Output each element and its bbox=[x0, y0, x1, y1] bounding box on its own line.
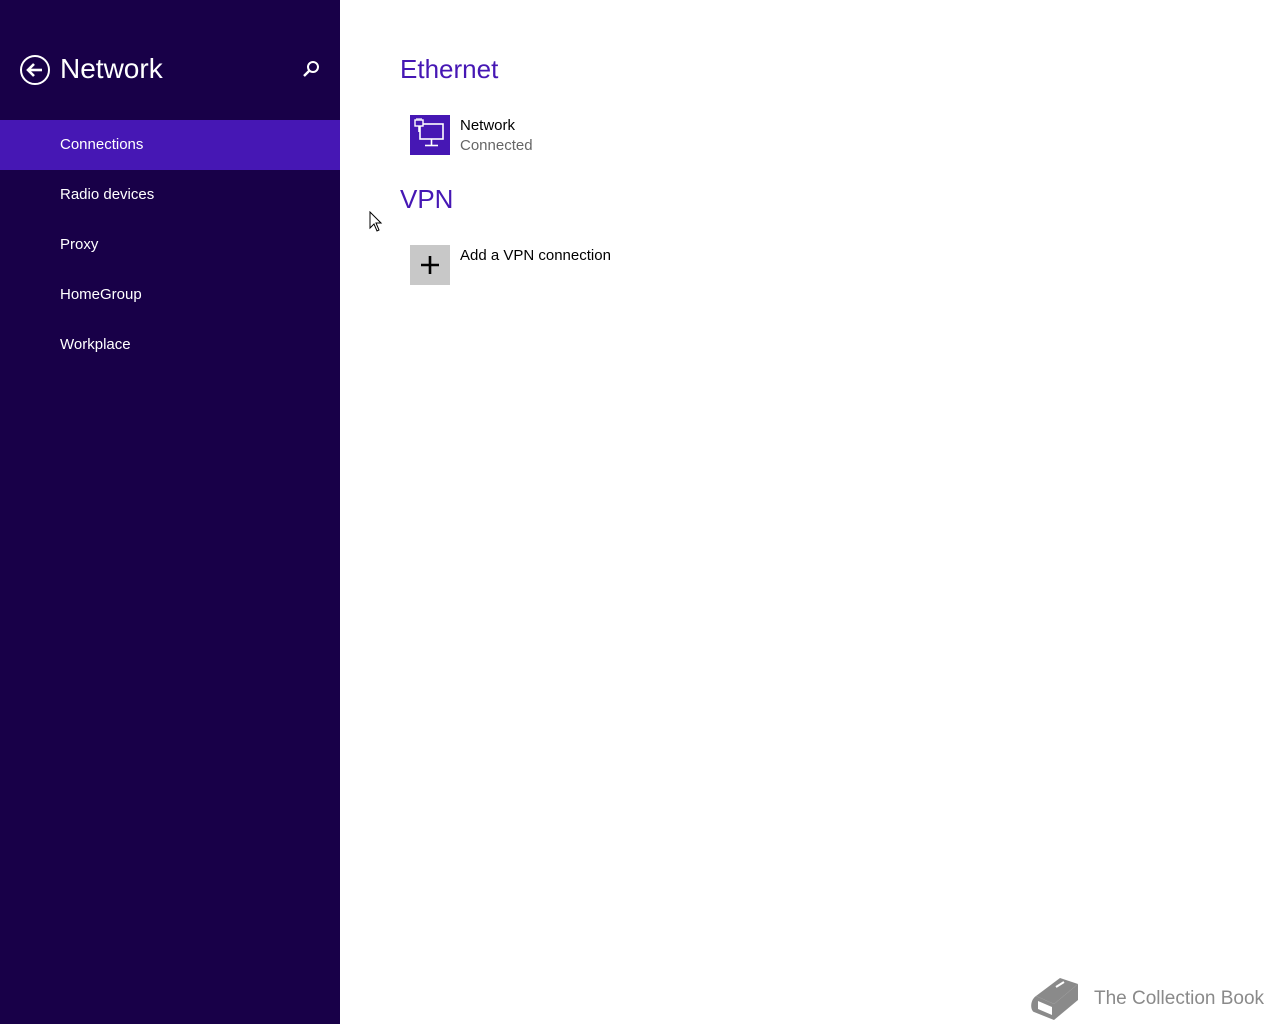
add-vpn-connection-button[interactable]: Add a VPN connection bbox=[410, 245, 640, 285]
connection-name: Network bbox=[460, 117, 516, 134]
sidebar-item-radio-devices[interactable]: Radio devices bbox=[0, 170, 340, 220]
add-vpn-tile bbox=[410, 245, 450, 285]
back-arrow-circle-icon bbox=[20, 55, 50, 85]
plus-icon bbox=[421, 256, 439, 274]
back-button[interactable] bbox=[19, 54, 51, 86]
sidebar-item-proxy[interactable]: Proxy bbox=[0, 220, 340, 270]
ethernet-section-title: Ethernet bbox=[400, 54, 499, 84]
page-title: Network bbox=[60, 53, 163, 84]
sidebar-nav: Connections Radio devices Proxy HomeGrou… bbox=[0, 120, 340, 370]
main-content: Ethernet Network Connected VPN Add a VPN… bbox=[340, 0, 1280, 1024]
sidebar: Network Connections Radio devices Proxy … bbox=[0, 0, 340, 1024]
sidebar-item-workplace[interactable]: Workplace bbox=[0, 320, 340, 370]
add-vpn-label: Add a VPN connection bbox=[460, 247, 611, 264]
sidebar-header: Network bbox=[0, 50, 340, 90]
vpn-section-title: VPN bbox=[400, 184, 454, 214]
ethernet-connection-item[interactable]: Network Connected bbox=[410, 115, 610, 155]
ethernet-network-icon bbox=[414, 118, 444, 147]
sidebar-item-connections[interactable]: Connections bbox=[0, 120, 340, 170]
sidebar-item-homegroup[interactable]: HomeGroup bbox=[0, 270, 340, 320]
watermark: The Collection Book bbox=[1026, 974, 1276, 1024]
connection-status: Connected bbox=[460, 137, 533, 154]
ethernet-tile bbox=[410, 115, 450, 155]
search-button[interactable] bbox=[300, 58, 322, 80]
watermark-text: The Collection Book bbox=[1094, 988, 1265, 1009]
mouse-cursor-icon bbox=[369, 211, 383, 232]
search-icon bbox=[303, 61, 319, 77]
book-icon bbox=[1031, 978, 1078, 1020]
